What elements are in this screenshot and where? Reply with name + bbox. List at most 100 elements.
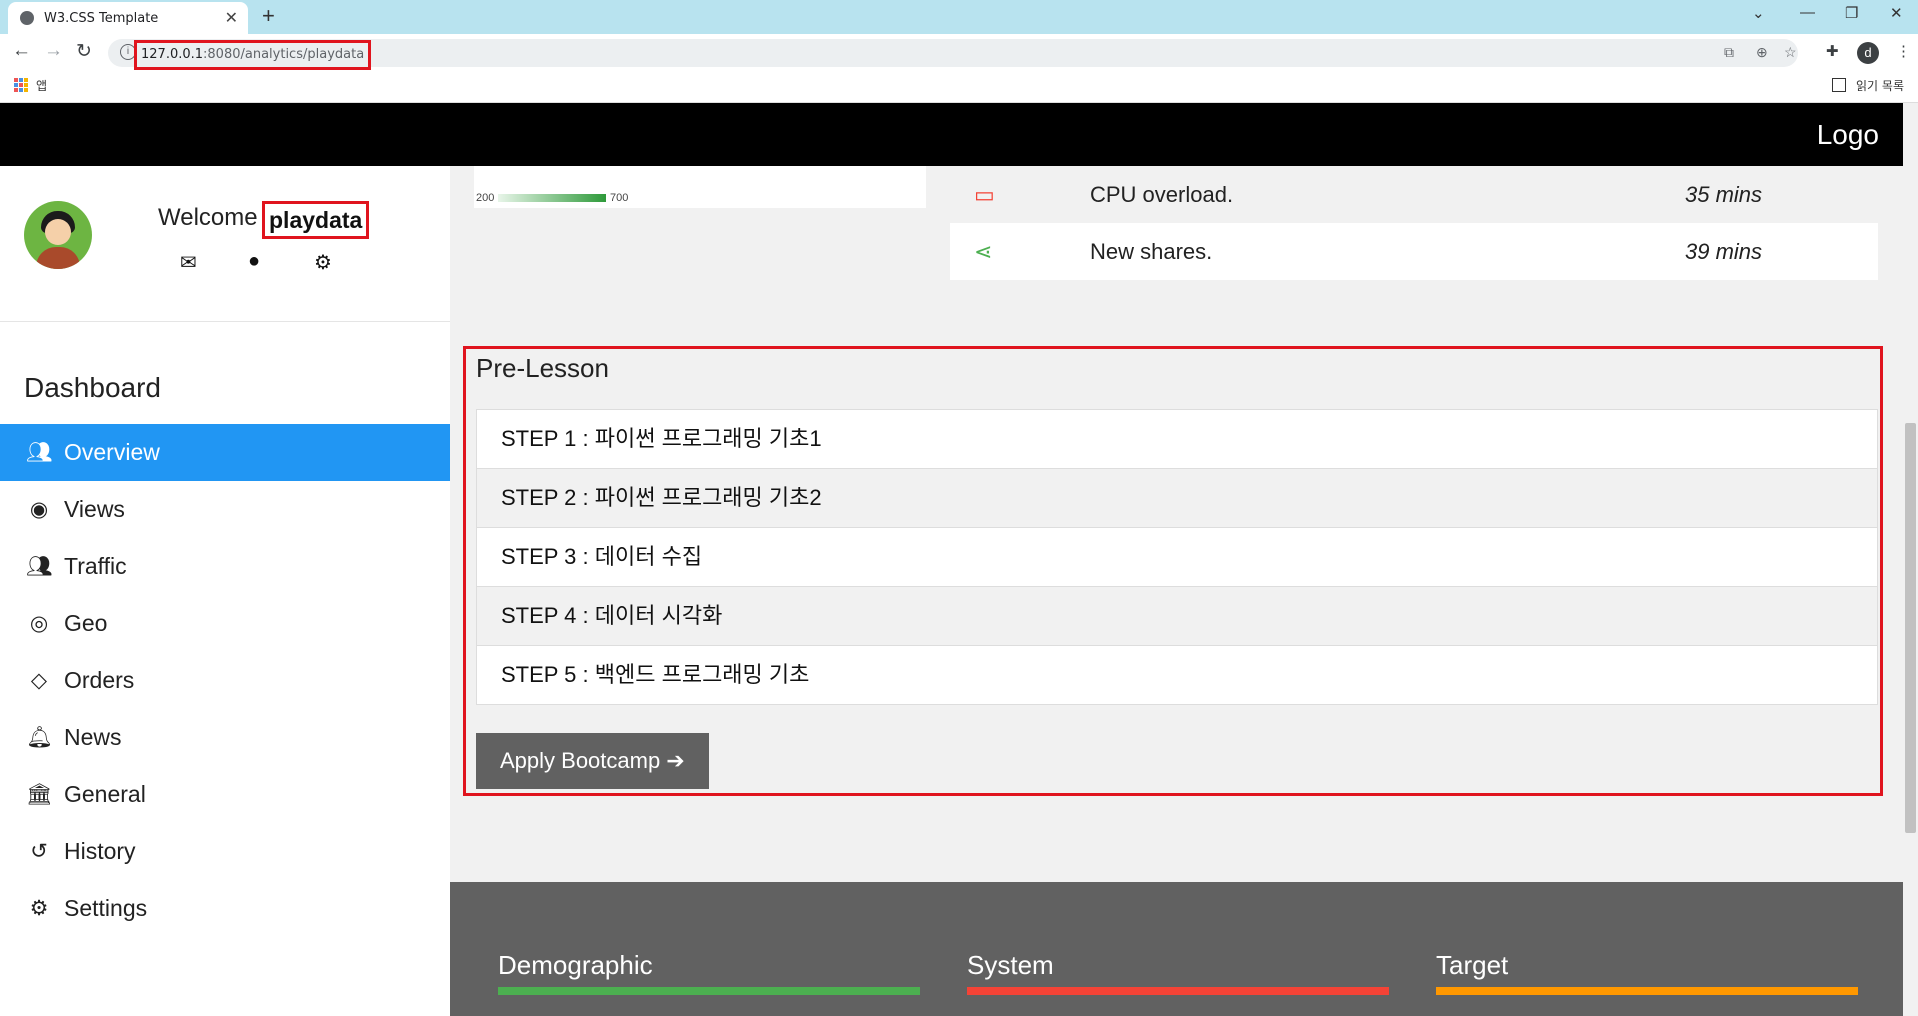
feed-row: ⋖ New shares. 39 mins <box>950 223 1878 280</box>
users-icon: 👥︎ <box>26 555 53 578</box>
page-top-bar: Logo <box>0 103 1903 166</box>
gear-icon: ⚙ <box>29 897 49 920</box>
tab-title: W3.CSS Template <box>44 11 159 26</box>
bell-icon: 🔔︎ <box>26 726 53 749</box>
feed-table: ▭ CPU overload. 35 mins ⋖ New shares. 39… <box>950 166 1878 280</box>
minimize-icon[interactable]: — <box>1800 4 1815 21</box>
envelope-icon[interactable]: ✉ <box>180 250 197 275</box>
scrollbar-thumb[interactable] <box>1905 423 1916 833</box>
feed-text: CPU overload. <box>1090 182 1234 207</box>
sidebar-item-label: Traffic <box>64 553 127 579</box>
sidebar-item-label: Settings <box>64 895 148 921</box>
logo[interactable]: Logo <box>1817 119 1879 151</box>
profile-avatar[interactable]: d <box>1857 42 1879 64</box>
sidebar-item-label: Orders <box>64 667 135 693</box>
footer-column-target: Target <box>1436 950 1858 995</box>
sidebar-item-settings[interactable]: ⚙ Settings <box>0 880 450 937</box>
welcome-label: Welcome <box>158 204 258 231</box>
sidebar-item-general[interactable]: 🏛︎ General <box>0 766 450 823</box>
step-title: 파이썬 프로그래밍 기초2 <box>594 485 822 510</box>
step-item[interactable]: STEP 2 : 파이썬 프로그래밍 기초2 <box>477 469 1877 528</box>
zoom-icon[interactable]: ⊕ <box>1756 44 1768 61</box>
footer-title: Demographic <box>498 950 653 980</box>
step-prefix: STEP 4 : <box>501 603 595 628</box>
feed-row: ▭ CPU overload. 35 mins <box>950 166 1878 223</box>
bank-icon: 🏛︎ <box>26 783 53 806</box>
step-item[interactable]: STEP 4 : 데이터 시각화 <box>477 587 1877 646</box>
reading-list-icon[interactable] <box>1832 78 1846 92</box>
feed-text: New shares. <box>1090 239 1213 264</box>
eye-icon: ◉ <box>29 498 49 521</box>
reading-list-label[interactable]: 읽기 목록 <box>1856 77 1904 94</box>
gauge-max-label: 700 <box>610 192 629 204</box>
browser-tab[interactable]: W3.CSS Template ✕ <box>8 2 248 34</box>
sidebar-item-geo[interactable]: ◎ Geo <box>0 595 450 652</box>
footer-column-demographic: Demographic <box>498 950 920 995</box>
main-content: 200 700 ▭ CPU overload. 35 mins ⋖ New sh… <box>450 166 1903 1016</box>
step-prefix: STEP 5 : <box>501 662 595 687</box>
footer-title: Target <box>1436 950 1509 980</box>
page-scrollbar[interactable] <box>1903 103 1918 1016</box>
sidebar-item-orders[interactable]: ◇ Orders <box>0 652 450 709</box>
address-bar[interactable]: i 127.0.0.1:8080/analytics/playdata ⧉ ⊕ … <box>108 39 1798 70</box>
apps-grid-icon[interactable] <box>14 78 28 92</box>
footer-progress-bar <box>498 987 920 995</box>
step-item[interactable]: STEP 3 : 데이터 수집 <box>477 528 1877 587</box>
sidebar-item-news[interactable]: 🔔︎ News <box>0 709 450 766</box>
step-title: 데이터 시각화 <box>594 603 723 628</box>
username: playdata <box>262 201 370 239</box>
users-icon: 👥︎ <box>26 441 53 464</box>
gear-icon[interactable]: ⚙ <box>314 250 332 275</box>
dashboard-title: Dashboard <box>24 372 161 403</box>
new-tab-icon[interactable]: + <box>262 3 275 29</box>
translate-icon[interactable]: ⧉ <box>1724 44 1734 61</box>
step-item[interactable]: STEP 5 : 백엔드 프로그래밍 기초 <box>477 646 1877 704</box>
sidebar-divider <box>0 321 450 322</box>
bookmark-star-icon[interactable]: ☆ <box>1784 44 1797 61</box>
user-icon[interactable]: ● <box>248 250 260 273</box>
close-tab-icon[interactable]: ✕ <box>225 8 238 28</box>
browser-tab-bar: W3.CSS Template ✕ + ⌄ — ❐ ✕ <box>0 0 1918 34</box>
step-item[interactable]: STEP 1 : 파이썬 프로그래밍 기초1 <box>477 410 1877 469</box>
bookmarks-bar: 앱 읽기 목록 <box>0 70 1918 103</box>
step-title: 파이썬 프로그래밍 기초1 <box>594 426 822 451</box>
sidebar-item-history[interactable]: ↺ History <box>0 823 450 880</box>
step-prefix: STEP 3 : <box>501 544 595 569</box>
gauge-min-label: 200 <box>476 192 495 204</box>
restore-icon[interactable]: ❐ <box>1845 4 1858 22</box>
step-prefix: STEP 1 : <box>501 426 595 451</box>
share-icon: ⋖ <box>974 239 993 264</box>
feed-time: 39 mins <box>1685 239 1763 264</box>
menu-dots-icon[interactable]: ⋮ <box>1896 42 1911 60</box>
sidebar-item-views[interactable]: ◉ Views <box>0 481 450 538</box>
sidebar-item-label: General <box>64 781 146 807</box>
sidebar-item-label: History <box>64 838 136 864</box>
sidebar: Welcome playdata ✉ ● ⚙ Dashboard 👥︎ Over… <box>0 166 450 1016</box>
sidebar-item-overview[interactable]: 👥︎ Overview <box>0 424 450 481</box>
sidebar-item-label: Views <box>64 496 125 522</box>
diamond-icon: ◇ <box>30 669 48 692</box>
url-host: 127.0.0.1 <box>141 47 204 62</box>
browser-toolbar: ← → ↻ i 127.0.0.1:8080/analytics/playdat… <box>0 34 1918 70</box>
apps-label[interactable]: 앱 <box>36 77 47 94</box>
forward-icon[interactable]: → <box>44 40 63 62</box>
feed-time: 35 mins <box>1685 182 1763 207</box>
url-text[interactable]: 127.0.0.1:8080/analytics/playdata <box>134 40 372 70</box>
sidebar-menu: 👥︎ Overview ◉ Views 👥︎ Traffic ◎ Geo ◇ O… <box>0 424 450 937</box>
globe-icon <box>20 11 34 25</box>
laptop-icon: ▭ <box>974 182 995 207</box>
step-title: 데이터 수집 <box>594 544 703 569</box>
extensions-icon[interactable]: ✚ <box>1826 42 1839 60</box>
apply-bootcamp-button[interactable]: Apply Bootcamp ➔ <box>476 733 709 789</box>
prelesson-title: Pre-Lesson <box>476 353 609 383</box>
sidebar-item-label: Geo <box>64 610 108 636</box>
back-icon[interactable]: ← <box>12 40 31 62</box>
sidebar-item-traffic[interactable]: 👥︎ Traffic <box>0 538 450 595</box>
reload-icon[interactable]: ↻ <box>76 40 92 63</box>
footer: Demographic System Target <box>450 882 1903 1016</box>
close-window-icon[interactable]: ✕ <box>1890 4 1903 22</box>
footer-title: System <box>967 950 1054 980</box>
tab-search-icon[interactable]: ⌄ <box>1752 4 1765 22</box>
avatar <box>24 201 92 269</box>
footer-progress-bar <box>1436 987 1858 995</box>
